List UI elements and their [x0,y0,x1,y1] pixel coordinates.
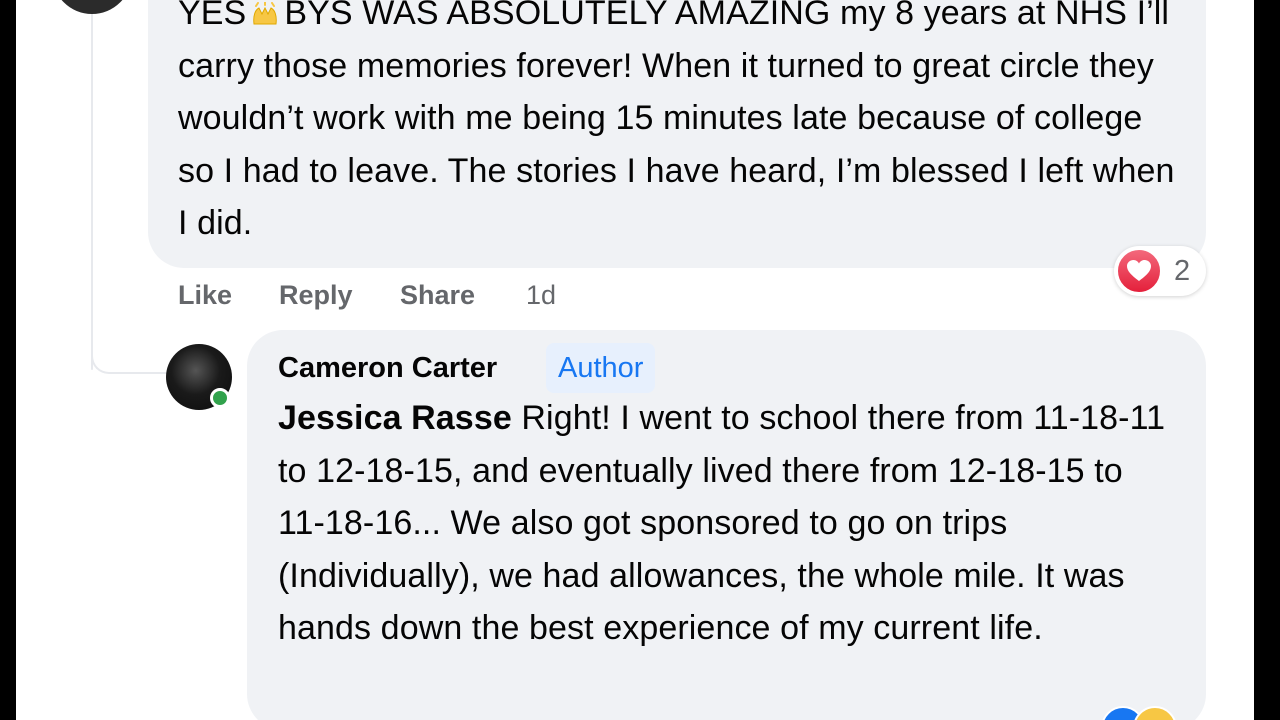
mention-link[interactable]: Jessica Rasse [278,399,512,437]
author-name[interactable]: Cameron Carter [278,352,497,385]
reaction-count: 2 [1174,254,1191,287]
author-badge: Author [546,343,656,393]
comment-actions: Like Reply Share 1d [178,275,556,315]
commenter-avatar[interactable] [52,0,132,14]
haha-reaction-icon [1133,706,1177,720]
comment-thread: YES BYS WAS ABSOLUTELY AMAZING my 8 years… [16,0,1254,720]
comment-text-rest: BYS WAS ABSOLUTELY AMAZING my 8 years at… [178,0,1175,242]
reaction-summary[interactable]: 2 [1114,246,1206,296]
comment-text-start: YES [178,0,247,32]
thread-branch [91,322,171,374]
comment-timestamp[interactable]: 1d [526,280,556,311]
reply-button[interactable]: Reply [279,280,400,311]
reply-reactions[interactable] [1101,706,1221,720]
like-button[interactable]: Like [178,280,279,311]
heart-icon [1116,248,1162,294]
reply-text: Jessica Rasse Right! I went to school th… [278,392,1178,655]
thread-line [91,0,93,370]
raising-hands-emoji-icon [253,2,278,25]
share-button[interactable]: Share [400,280,526,311]
online-status-dot [210,388,230,408]
comment-text: YES BYS WAS ABSOLUTELY AMAZING my 8 years… [178,0,1188,250]
